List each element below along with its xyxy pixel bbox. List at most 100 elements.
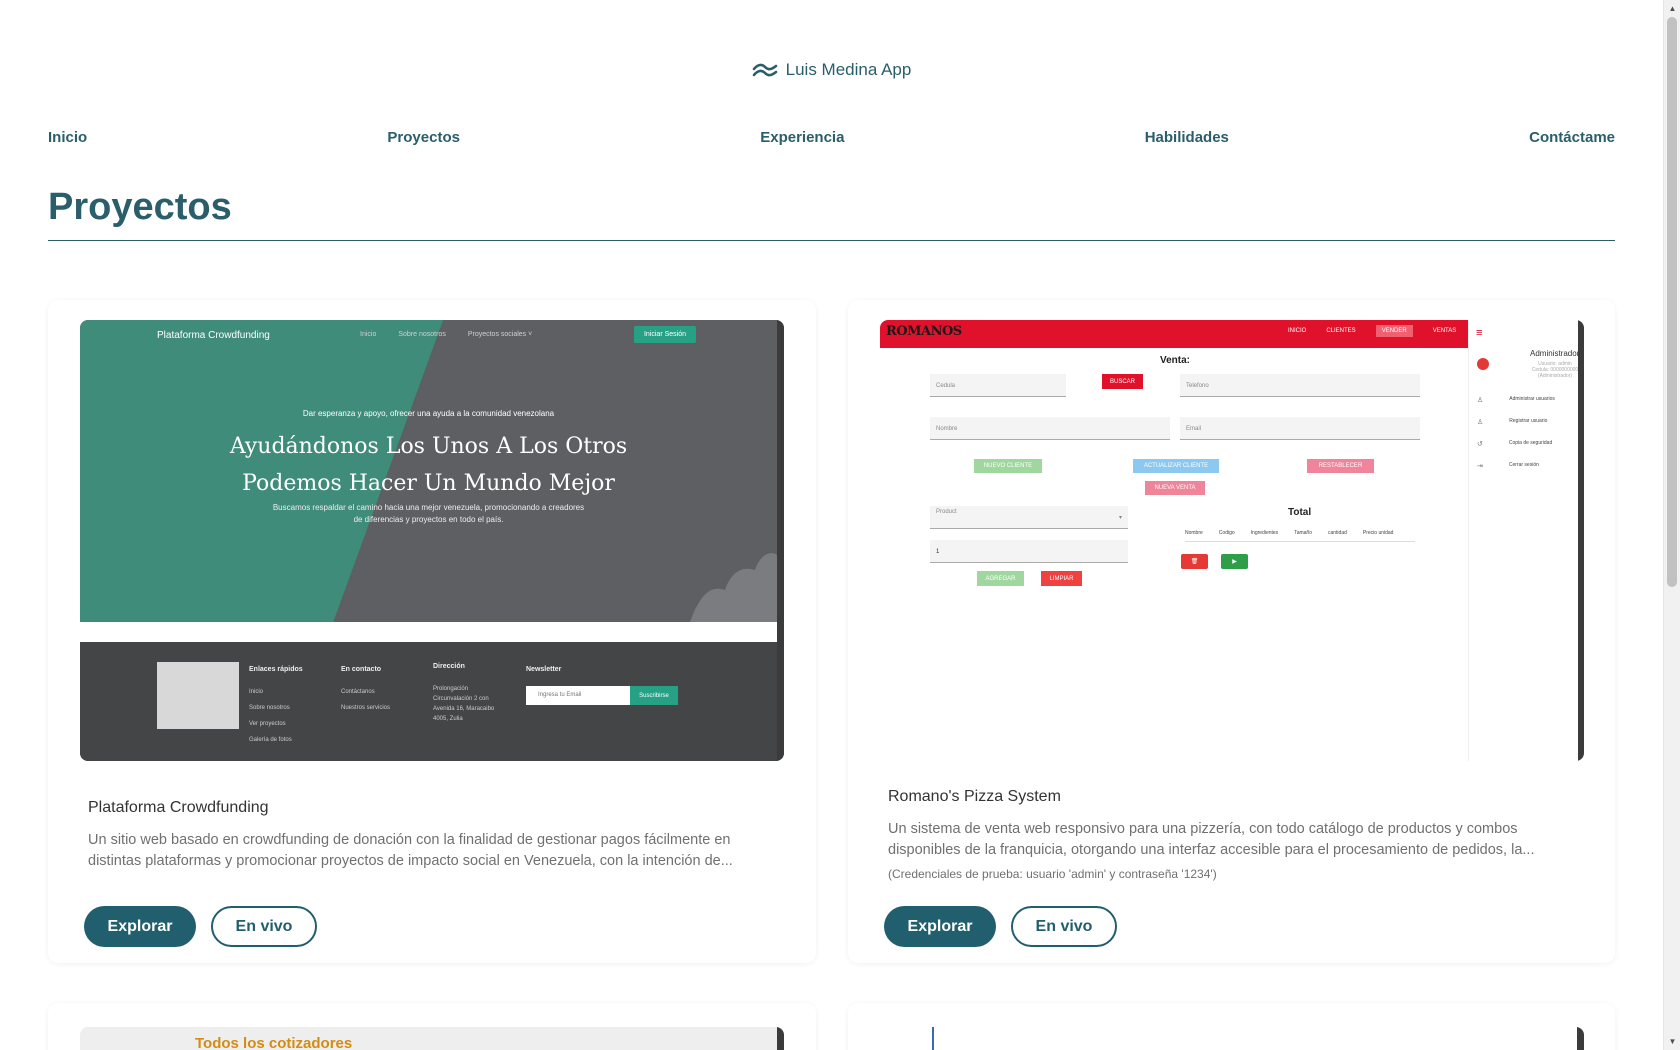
preview-menu-item: VENDER bbox=[1375, 325, 1413, 337]
project-preview-image[interactable] bbox=[880, 1027, 1584, 1050]
footer-col-title: Newsletter bbox=[526, 666, 562, 673]
admin-sub-line: (Administrador) bbox=[1537, 373, 1573, 379]
brand[interactable]: Luis Medina App bbox=[0, 60, 1663, 80]
nav-proyectos[interactable]: Proyectos bbox=[387, 129, 460, 146]
preview-button: NUEVO CLIENTE bbox=[974, 459, 1042, 473]
side-item: ♙ Registrar usuario bbox=[1477, 418, 1547, 426]
preview-side-panel bbox=[1468, 320, 1578, 761]
table-header-cell: Ingredientes bbox=[1250, 530, 1279, 536]
preview-field: Nombre bbox=[930, 417, 1170, 440]
preview-menu-item: INICIO bbox=[1288, 328, 1307, 334]
footer-col-title: Dirección bbox=[433, 663, 465, 670]
preview-login-button: Iniciar Sesión bbox=[634, 326, 696, 343]
preview-link: Sobre nosotros bbox=[398, 331, 446, 338]
preview-total: Total bbox=[1288, 507, 1312, 518]
preview-scrollbar bbox=[1577, 1027, 1584, 1050]
table-header-cell: cantidad bbox=[1327, 530, 1347, 536]
footer-address: Prolongación Circunvalación 2 con Avenid… bbox=[433, 686, 495, 722]
project-preview-image[interactable]: ROMANOS INICIO CLIENTES VENDER VENTAS ≡ … bbox=[880, 320, 1584, 761]
nav-habilidades[interactable]: Habilidades bbox=[1145, 129, 1229, 146]
scroll-up-icon[interactable]: ▲ bbox=[1664, 0, 1680, 17]
preview-button: AGREGAR bbox=[977, 571, 1024, 586]
add-user-icon: ♙ bbox=[1477, 419, 1484, 426]
preview-button: LIMPIAR bbox=[1041, 571, 1082, 586]
preview-header-title: Plataforma Crowdfunding bbox=[157, 330, 270, 341]
nav-inicio[interactable]: Inicio bbox=[48, 129, 87, 146]
explore-button[interactable]: Explorar bbox=[884, 906, 996, 947]
wave-logo-icon bbox=[752, 63, 777, 77]
preview-menu-item: VENTAS bbox=[1432, 328, 1457, 334]
preview-table-header: Nombre Codigo Ingredientes Tamaño cantid… bbox=[1185, 530, 1393, 536]
project-card-next bbox=[848, 1003, 1615, 1050]
brand-name: Luis Medina App bbox=[785, 60, 912, 79]
footer-link: Galería de fotos bbox=[249, 737, 292, 743]
preview-headline-line: Podemos Hacer Un Mundo Mejor bbox=[242, 471, 615, 496]
preview-scrollbar bbox=[777, 320, 784, 761]
explore-button[interactable]: Explorar bbox=[84, 906, 196, 947]
nav-contactame[interactable]: Contáctame bbox=[1529, 129, 1615, 146]
footer-col-title: Enlaces rápidos bbox=[249, 666, 303, 673]
table-header-cell: Tamaño bbox=[1294, 530, 1312, 536]
main-nav: Inicio Proyectos Experiencia Habilidades… bbox=[48, 129, 1615, 146]
preview-footer-col: En contacto Contáctanos Nuestros servici… bbox=[341, 662, 390, 716]
preview-select-label: Product bbox=[936, 509, 957, 515]
live-button[interactable]: En vivo bbox=[1011, 906, 1117, 947]
preview-field: Cedula bbox=[930, 374, 1066, 397]
table-header-cell: Codigo bbox=[1218, 530, 1235, 536]
preview-field: Email bbox=[1180, 417, 1420, 440]
preview-button: RESTABLECER bbox=[1307, 459, 1374, 473]
project-title: Romano's Pizza System bbox=[888, 788, 1061, 805]
table-header-cell: Precio unidad bbox=[1362, 530, 1394, 536]
preview-newsletter-button: Suscribirse bbox=[630, 686, 678, 705]
project-title: Plataforma Crowdfunding bbox=[88, 799, 269, 816]
side-item-label: Registrar usuario bbox=[1509, 418, 1548, 424]
preview-footer-logo bbox=[157, 662, 239, 729]
preview-select: Product ▾ bbox=[930, 506, 1128, 529]
preview-scrollbar bbox=[777, 1027, 784, 1050]
side-item-label: Copia de seguridad bbox=[1508, 440, 1553, 446]
preview-headline-line: Ayudándonos Los Unos A Los Otros bbox=[229, 434, 628, 459]
preview-tagline: Dar esperanza y apoyo, ofrecer una ayuda… bbox=[302, 409, 555, 418]
preview-newsletter-input: Ingresa tu Email bbox=[526, 686, 630, 705]
preview-strip bbox=[80, 622, 777, 642]
section-divider bbox=[48, 240, 1615, 241]
preview-button: NUEVA VENTA bbox=[1145, 481, 1205, 495]
side-item: ⇥ Cerrar sesión bbox=[1477, 462, 1539, 470]
project-description: Un sitio web basado en crowdfunding de d… bbox=[88, 832, 733, 869]
preview-footer-col: Dirección Prolongación Circunvalación 2 … bbox=[433, 662, 508, 724]
avatar bbox=[1477, 358, 1489, 370]
preview-logo: ROMANOS bbox=[886, 324, 962, 339]
preview-menu: INICIO CLIENTES VENDER VENTAS bbox=[1288, 325, 1457, 337]
menu-icon: ≡ bbox=[1476, 327, 1483, 339]
preview-heading: Venta: bbox=[1160, 355, 1191, 366]
preview-link: Inicio bbox=[360, 331, 377, 338]
play-icon: ▶ bbox=[1221, 554, 1248, 569]
footer-link: Inicio bbox=[249, 689, 264, 695]
preview-footer-col: Newsletter bbox=[526, 662, 561, 684]
preview-admin-sub: Usuario: admin Cedula: 0000000000 (Admin… bbox=[1530, 361, 1580, 379]
preview-accent-line bbox=[932, 1027, 934, 1050]
user-icon: ♙ bbox=[1477, 397, 1484, 404]
preview-admin-name: Administrador bbox=[1530, 349, 1580, 358]
footer-link: Nuestros servicios bbox=[341, 705, 391, 711]
preview-subtext: Buscamos respaldar el camino hacia una m… bbox=[272, 503, 585, 524]
side-item-label: Administrar usuarios bbox=[1509, 396, 1555, 402]
live-button[interactable]: En vivo bbox=[211, 906, 317, 947]
preview-footer-col: Enlaces rápidos Inicio Sobre nosotros Ve… bbox=[249, 662, 303, 748]
footer-link: Ver proyectos bbox=[249, 721, 286, 727]
scroll-down-icon[interactable]: ▼ bbox=[1664, 1033, 1680, 1050]
section-title: Proyectos bbox=[48, 186, 232, 228]
nav-experiencia[interactable]: Experiencia bbox=[760, 129, 844, 146]
preview-field: Telefono bbox=[1180, 374, 1420, 397]
backup-icon: ↺ bbox=[1477, 441, 1483, 448]
side-item: ↺ Copia de seguridad bbox=[1477, 440, 1552, 448]
project-card-crowdfunding: Plataforma Crowdfunding Inicio Sobre nos… bbox=[48, 300, 816, 963]
project-preview-image[interactable]: Plataforma Crowdfunding Inicio Sobre nos… bbox=[80, 320, 784, 761]
footer-link: Sobre nosotros bbox=[249, 705, 290, 711]
project-note: (Credenciales de prueba: usuario 'admin'… bbox=[888, 867, 1217, 881]
project-preview-image[interactable]: Todos los cotizadores bbox=[80, 1027, 784, 1050]
scroll-thumb[interactable] bbox=[1667, 17, 1677, 587]
page-scrollbar[interactable]: ▲ ▼ bbox=[1663, 0, 1680, 1050]
preview-link: Proyectos sociales ˅ bbox=[467, 331, 533, 338]
preview-links: Inicio Sobre nosotros Proyectos sociales… bbox=[360, 331, 532, 338]
